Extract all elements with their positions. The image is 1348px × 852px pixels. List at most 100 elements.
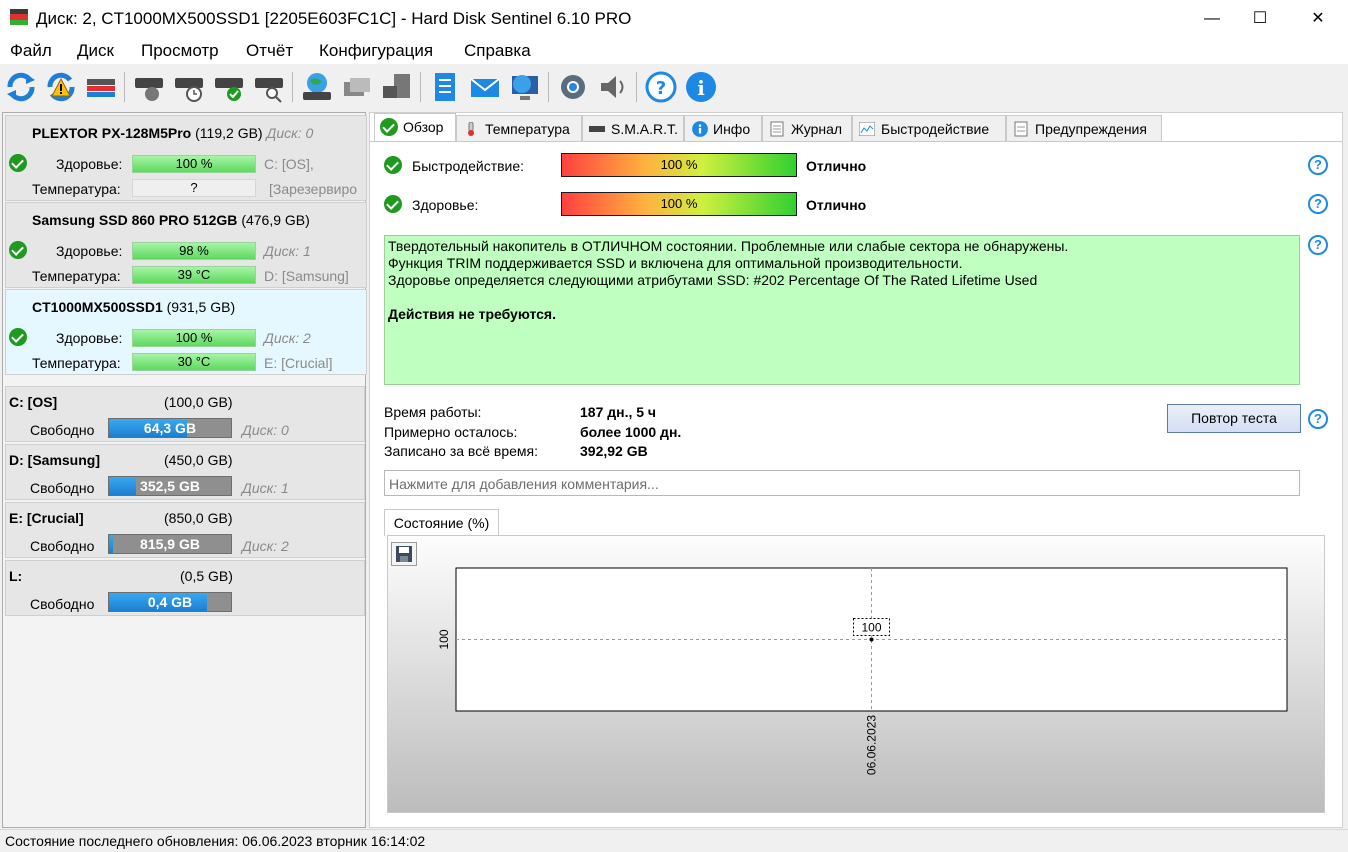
health-label: Здоровье:: [412, 197, 479, 213]
health-ok-icon: [9, 154, 27, 172]
tab-label: S.M.A.R.T.: [611, 121, 678, 137]
disk-item-0[interactable]: PLEXTOR PX-128M5Pro (119,2 GB) Диск: 0 З…: [5, 115, 367, 201]
menu-view[interactable]: Просмотр: [141, 41, 219, 61]
menu-report[interactable]: Отчёт: [246, 41, 293, 61]
volume-disk: Диск: 2: [242, 538, 289, 554]
menu-help[interactable]: Справка: [464, 41, 531, 61]
disk-item-1[interactable]: Samsung SSD 860 PRO 512GB (476,9 GB) Здо…: [5, 202, 367, 288]
tab-overview[interactable]: Обзор: [374, 113, 456, 141]
toolbar: ? i: [0, 64, 1348, 110]
tab-log[interactable]: Журнал: [762, 115, 852, 141]
info-icon[interactable]: i: [684, 70, 718, 104]
svg-text:i: i: [697, 76, 705, 100]
free-space-value: 64,3 GB: [143, 420, 197, 436]
email-icon[interactable]: [468, 70, 502, 104]
health-ok-icon: [384, 195, 402, 213]
tab-health-graph[interactable]: Состояние (%): [384, 509, 499, 536]
comment-field[interactable]: Нажмите для добавления комментария...: [384, 470, 1300, 496]
settings-icon[interactable]: [556, 70, 590, 104]
tab-label: Обзор: [403, 119, 444, 135]
disk-search-icon[interactable]: [252, 70, 286, 104]
temperature-label: Температура:: [32, 268, 121, 284]
tab-label: Журнал: [791, 121, 843, 137]
volume-size: (450,0 GB): [164, 452, 233, 468]
disk-name: Samsung SSD 860 PRO 512GB: [32, 212, 238, 228]
tab-info[interactable]: Инфо: [684, 115, 762, 141]
free-space-bar: 0,4 GB: [108, 592, 232, 612]
tab-smart[interactable]: S.M.A.R.T.: [582, 115, 684, 141]
minimize-button[interactable]: —: [1188, 0, 1236, 38]
health-label: Здоровье:: [56, 330, 123, 346]
temperature-bar: ?: [132, 179, 256, 197]
disk-volume-2: [Зарезервиро: [269, 181, 358, 197]
web-icon[interactable]: [508, 70, 542, 104]
tab-label: Быстродействие: [881, 121, 990, 137]
sound-icon[interactable]: [596, 70, 630, 104]
temperature-bar: 30 °C: [132, 353, 256, 371]
performance-label: Быстродействие:: [412, 158, 525, 174]
menu-configuration[interactable]: Конфигурация: [319, 41, 433, 61]
disk-check-icon[interactable]: [212, 70, 246, 104]
volume-item-d[interactable]: D: [Samsung] (450,0 GB) Свободно 352,5 G…: [5, 444, 365, 500]
disk-export-icon[interactable]: [380, 70, 414, 104]
free-space-bar: 352,5 GB: [108, 476, 232, 496]
health-label: Здоровье:: [56, 243, 123, 259]
menu-file[interactable]: Файл: [10, 41, 52, 61]
health-label: Здоровье:: [56, 156, 123, 172]
refresh-icon[interactable]: [4, 70, 38, 104]
disk-volume: E: [Crucial]: [264, 355, 333, 371]
y-tick-label: 100: [437, 629, 451, 649]
help-icon[interactable]: ?: [1308, 235, 1328, 255]
description-line: Здоровье определяется следующими атрибут…: [388, 272, 1038, 288]
close-button[interactable]: ✕: [1294, 0, 1342, 38]
network-icon[interactable]: [340, 70, 374, 104]
disk-surface-icon[interactable]: [132, 70, 166, 104]
details-panel: Обзор Температура S.M.A.R.T. Инфо Журнал…: [369, 112, 1343, 828]
volume-item-e[interactable]: E: [Crucial] (850,0 GB) Свободно 815,9 G…: [5, 502, 365, 558]
volume-item-l[interactable]: L: (0,5 GB) Свободно 0,4 GB: [5, 560, 365, 616]
document-icon: [770, 121, 784, 137]
chart-icon: [859, 122, 875, 136]
help-icon[interactable]: ?: [644, 70, 678, 104]
menu-disk[interactable]: Диск: [77, 41, 114, 61]
tab-performance[interactable]: Быстродействие: [852, 115, 1006, 141]
data-point: [869, 637, 874, 642]
volume-size: (850,0 GB): [164, 510, 233, 526]
globe-disk-icon[interactable]: [300, 70, 334, 104]
refresh-warning-icon[interactable]: [44, 70, 78, 104]
free-label: Свободно: [30, 596, 95, 612]
disk-name: PLEXTOR PX-128M5Pro: [32, 125, 192, 141]
volume-name: E: [Crucial]: [9, 510, 84, 526]
health-graph: 100 06.06.2023 100: [387, 535, 1325, 813]
disk-schedule-icon[interactable]: [172, 70, 206, 104]
title-bar: Диск: 2, CT1000MX500SSD1 [2205E603FC1C] …: [0, 0, 1348, 38]
thermometer-icon: [468, 122, 474, 136]
free-label: Свободно: [30, 480, 95, 496]
report-icon[interactable]: [428, 70, 462, 104]
help-icon[interactable]: ?: [1308, 155, 1328, 175]
health-bar: 100 %: [132, 329, 256, 347]
free-space-value: 815,9 GB: [140, 536, 200, 552]
free-space-value: 352,5 GB: [140, 478, 200, 494]
disk-name: CT1000MX500SSD1: [32, 299, 163, 315]
health-ok-icon: [9, 328, 27, 346]
help-icon[interactable]: ?: [1308, 194, 1328, 214]
menu-bar: Файл Диск Просмотр Отчёт Конфигурация Сп…: [0, 38, 1348, 64]
remaining-label: Примерно осталось:: [384, 424, 518, 440]
disk-list-icon[interactable]: [84, 70, 118, 104]
disk-icon: [589, 126, 605, 132]
temperature-label: Температура:: [32, 181, 121, 197]
help-icon[interactable]: ?: [1308, 409, 1328, 429]
tab-temperature[interactable]: Температура: [456, 115, 582, 141]
tab-alerts[interactable]: Предупреждения: [1006, 115, 1162, 141]
volume-item-c[interactable]: C: [OS] (100,0 GB) Свободно 64,3 GB Диск…: [5, 386, 365, 442]
health-ok-icon: [9, 241, 27, 259]
health-bar: 100 %: [132, 155, 256, 173]
status-text: Состояние последнего обновления: 06.06.2…: [5, 833, 426, 849]
maximize-button[interactable]: ☐: [1236, 0, 1284, 38]
health-bar: 100 %: [561, 192, 797, 216]
retest-button[interactable]: Повтор теста: [1167, 404, 1301, 433]
disk-item-2[interactable]: CT1000MX500SSD1 (931,5 GB) Здоровье: 100…: [5, 289, 367, 375]
disk-number: Диск: 2: [264, 330, 311, 346]
temperature-bar: 39 °C: [132, 266, 256, 284]
